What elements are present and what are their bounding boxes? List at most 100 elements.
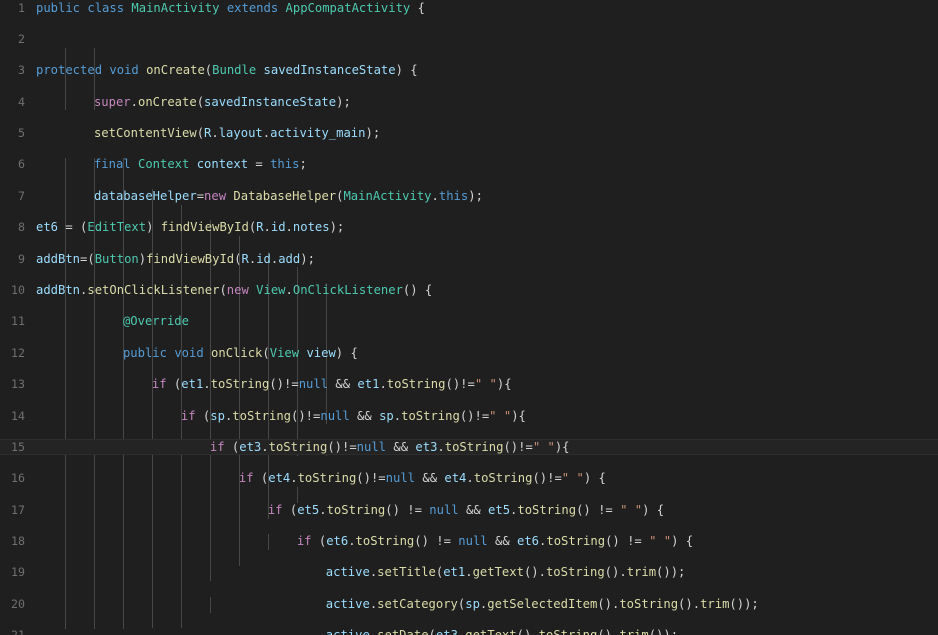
code-line[interactable]: 8 et6 = (EditText) findViewById(R.id.note… — [0, 220, 938, 236]
code-line[interactable]: 12 public void onClick(View view) { — [0, 346, 938, 362]
token-pun: ( — [262, 345, 270, 360]
token-fn: toString — [546, 534, 606, 549]
token-pun: = ( — [58, 220, 88, 235]
token-var: et1 — [443, 565, 466, 580]
code-line[interactable]: 7 databaseHelper=new DatabaseHelper(MainA… — [0, 189, 938, 205]
token-pun: ()!= — [445, 377, 475, 392]
token-pun: ); — [336, 94, 351, 109]
code-line[interactable]: 15 if (et3.toString()!=null && et3.toStri… — [0, 440, 938, 456]
token-fn: onCreate — [146, 63, 205, 78]
code-line[interactable]: 16 if (et4.toString()!=null && et4.toStri… — [0, 471, 938, 487]
code-editor[interactable]: 1 public class MainActivity extends AppCo… — [0, 0, 938, 635]
token-kw: null — [429, 502, 459, 517]
code-line[interactable]: 21active.setDate(et3.getText().toString(… — [0, 628, 938, 635]
token-kw: public — [36, 0, 81, 15]
token-pun: ()); — [649, 628, 678, 635]
line-content: if (et1.toString()!=null && et1.toString… — [152, 377, 512, 393]
token-pun — [139, 63, 146, 77]
token-typ: AppCompatActivity — [285, 0, 411, 15]
line-content: setContentView(R.layout.activity_main); — [94, 126, 380, 142]
token-pun: ){ — [511, 408, 526, 423]
token-var: layout — [218, 126, 263, 141]
code-lines-container[interactable]: 1 public class MainActivity extends AppCo… — [0, 0, 938, 635]
line-number: 11 — [11, 314, 25, 329]
code-line[interactable]: 18 if (et6.toString() != null && et6.toSt… — [0, 534, 938, 550]
token-kw: protected — [36, 63, 103, 78]
code-line[interactable]: 6 final Context context = this; — [0, 157, 938, 173]
line-content: et6 = (EditText) findViewById(R.id.notes… — [36, 220, 344, 236]
token-fn: toString — [517, 502, 577, 517]
code-line[interactable]: 2 — [0, 32, 938, 48]
code-line[interactable]: 11 @Override — [0, 314, 938, 330]
line-content: if (et6.toString() != null && et6.toStri… — [297, 534, 693, 550]
line-number: 12 — [11, 345, 25, 360]
token-var: et6 — [517, 534, 540, 549]
token-fn: getText — [465, 628, 516, 635]
code-line[interactable]: 13 if (et1.toString()!=null && et1.toStri… — [0, 377, 938, 393]
token-pun: () != — [385, 502, 430, 517]
code-line[interactable]: 10 addBtn.setOnClickListener(new View.OnC… — [0, 283, 938, 299]
token-pun: ) { — [335, 345, 358, 360]
token-pun: . — [261, 439, 269, 454]
token-fn: onClick — [211, 345, 263, 360]
token-var: et3 — [436, 628, 458, 635]
token-fn: findViewById — [146, 251, 235, 266]
token-pun: ( — [166, 377, 182, 392]
token-pun: ); — [300, 251, 315, 266]
token-var: id — [270, 220, 286, 235]
token-var: add — [278, 251, 301, 266]
token-pun: . — [466, 471, 474, 486]
code-line[interactable]: 1 public class MainActivity extends AppCo… — [0, 1, 938, 17]
code-line[interactable]: 3 protected void onCreate(Bundle savedIns… — [0, 63, 938, 79]
token-pun — [189, 157, 196, 171]
token-pun: && — [415, 471, 445, 486]
code-line[interactable]: 17 if (et5.toString() != null && et5.toSt… — [0, 503, 938, 519]
code-line[interactable]: 14 if (sp.toString()!=null && sp.toString… — [0, 409, 938, 425]
token-pun: ) { — [583, 471, 606, 486]
token-var: addBtn — [36, 251, 81, 266]
line-number: 8 — [18, 220, 25, 235]
code-line[interactable]: 20 active.setCategory(sp.getSelectedItem(… — [0, 597, 938, 613]
token-fn: toString — [444, 439, 504, 454]
token-typ: MainActivity — [131, 0, 220, 15]
token-str: " " — [561, 471, 584, 486]
code-line[interactable]: 19 active.setTitle(et1.getText().toString… — [0, 565, 938, 581]
token-var: R — [256, 220, 264, 235]
token-pun: ()!= — [327, 439, 357, 454]
token-pun: ()!= — [291, 408, 321, 423]
token-var: addBtn — [36, 282, 81, 297]
token-pun: ( — [224, 439, 240, 454]
token-pun: () != — [414, 534, 459, 549]
token-kwc: new — [226, 282, 249, 297]
token-pun: ){ — [554, 439, 570, 454]
line-number: 1 — [18, 0, 25, 15]
token-fn: toString — [326, 502, 386, 517]
token-pun — [278, 1, 285, 15]
code-line[interactable]: 4 super.onCreate(savedInstanceState); — [0, 95, 938, 111]
code-line[interactable]: 9 addBtn=(Button)findViewById(R.id.add); — [0, 252, 938, 268]
token-fn: trim — [626, 565, 657, 580]
token-kw: this — [438, 188, 469, 203]
token-var: et3 — [415, 439, 438, 454]
token-pun: . — [431, 188, 439, 203]
token-var: et3 — [239, 439, 262, 454]
token-str: " " — [649, 534, 672, 549]
token-fn: toString — [473, 471, 533, 486]
line-content: if (et5.toString() != null && et5.toStri… — [268, 503, 664, 519]
token-typ: View — [269, 345, 300, 360]
line-number: 20 — [11, 596, 25, 611]
token-pun: { — [410, 0, 425, 15]
token-var: et1 — [181, 377, 204, 392]
token-kw: null — [385, 471, 416, 486]
token-pun: ()); — [656, 565, 686, 580]
token-kw: null — [458, 534, 488, 549]
token-var: view — [306, 345, 336, 360]
token-pun: . — [319, 502, 327, 517]
token-var: et4 — [444, 471, 467, 486]
token-pun: ( — [311, 534, 327, 549]
token-kwc: if — [238, 471, 254, 486]
line-number: 13 — [11, 377, 25, 392]
code-line[interactable]: 5 setContentView(R.layout.activity_main); — [0, 126, 938, 142]
token-pun: && — [328, 377, 358, 392]
line-content: if (et3.toString()!=null && et3.toString… — [210, 440, 570, 456]
